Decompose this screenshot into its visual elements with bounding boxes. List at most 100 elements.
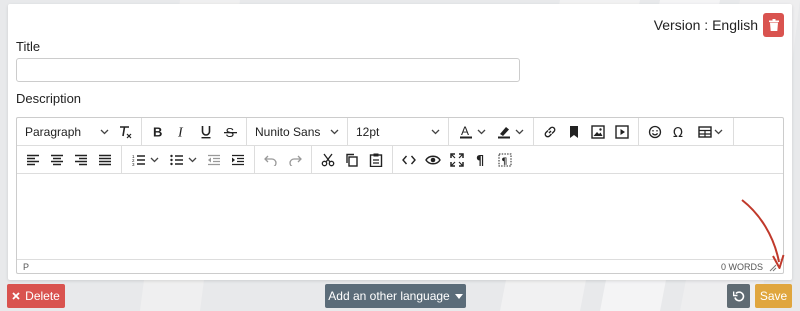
title-input[interactable] bbox=[16, 58, 520, 82]
numbered-list-button[interactable]: 123 bbox=[126, 148, 164, 172]
description-label: Description bbox=[16, 91, 82, 106]
chevron-down-icon bbox=[714, 129, 722, 134]
show-blocks-icon: ¶ bbox=[498, 153, 512, 167]
align-left-icon bbox=[27, 154, 39, 165]
clipboard-group bbox=[312, 145, 393, 174]
highlight-color-button[interactable] bbox=[491, 120, 529, 144]
source-code-button[interactable] bbox=[397, 148, 421, 172]
redo-icon bbox=[289, 155, 302, 166]
svg-text:3: 3 bbox=[132, 162, 135, 166]
undo-icon bbox=[264, 155, 277, 166]
font-size-value: 12pt bbox=[356, 124, 380, 139]
font-family-dropdown[interactable]: Nunito Sans bbox=[251, 120, 343, 144]
align-justify-button[interactable] bbox=[93, 148, 117, 172]
table-icon bbox=[697, 125, 712, 138]
emoticon-button[interactable] bbox=[643, 120, 667, 144]
bullet-list-button[interactable] bbox=[164, 148, 202, 172]
reset-button[interactable] bbox=[727, 284, 750, 308]
editor-content-area[interactable] bbox=[17, 175, 783, 259]
outdent-button[interactable] bbox=[202, 148, 226, 172]
add-language-dropdown-button[interactable]: Add an other language bbox=[325, 284, 466, 308]
bullet-list-icon bbox=[169, 154, 183, 165]
fullscreen-button[interactable] bbox=[445, 148, 469, 172]
paste-button[interactable] bbox=[364, 148, 388, 172]
text-color-icon: A bbox=[459, 125, 472, 138]
annotation-arrow-icon bbox=[741, 199, 785, 269]
underline-icon bbox=[201, 125, 211, 138]
delete-button[interactable]: Delete bbox=[7, 284, 65, 308]
cut-icon bbox=[321, 153, 335, 166]
strikethrough-icon: S bbox=[223, 125, 237, 139]
version-label: Version : English bbox=[653, 17, 758, 33]
indent-button[interactable] bbox=[226, 148, 250, 172]
special-character-button[interactable]: Ω bbox=[667, 120, 691, 144]
bold-button[interactable]: B bbox=[146, 120, 170, 144]
underline-button[interactable] bbox=[194, 120, 218, 144]
paste-icon bbox=[369, 153, 383, 167]
show-blocks-button[interactable]: ¶ bbox=[493, 148, 517, 172]
block-format-dropdown[interactable]: Paragraph bbox=[21, 120, 113, 144]
rich-text-editor: Paragraph B I Nunito Sans 12pt A Ω 1 2 3… bbox=[16, 117, 784, 274]
save-button-label: Save bbox=[759, 289, 788, 303]
chevron-down-icon bbox=[330, 129, 339, 134]
link-button[interactable] bbox=[538, 120, 562, 144]
bookmark-button[interactable] bbox=[562, 120, 586, 144]
svg-text:¶: ¶ bbox=[502, 157, 508, 167]
visual-chars-button[interactable]: ¶ bbox=[469, 148, 493, 172]
element-path[interactable]: P bbox=[23, 262, 29, 272]
align-justify-icon bbox=[99, 154, 111, 165]
font-family-group: Nunito Sans bbox=[247, 117, 348, 146]
svg-text:Ω: Ω bbox=[673, 126, 683, 139]
alignment-group bbox=[17, 145, 122, 174]
font-size-dropdown[interactable]: 12pt bbox=[352, 120, 444, 144]
image-button[interactable] bbox=[586, 120, 610, 144]
italic-button[interactable]: I bbox=[170, 120, 194, 144]
font-family-value: Nunito Sans bbox=[255, 124, 321, 139]
svg-text:B: B bbox=[153, 125, 162, 138]
editor-toolbar-row-1: Paragraph B I Nunito Sans 12pt A Ω bbox=[17, 117, 783, 146]
history-group bbox=[255, 145, 312, 174]
chevron-down-icon bbox=[477, 129, 485, 134]
media-icon bbox=[615, 124, 629, 139]
preview-button[interactable] bbox=[421, 148, 445, 172]
text-color-button[interactable]: A bbox=[453, 120, 491, 144]
svg-text:A: A bbox=[461, 125, 469, 138]
chevron-down-icon bbox=[150, 157, 158, 162]
redo-button[interactable] bbox=[283, 148, 307, 172]
image-icon bbox=[591, 124, 605, 139]
format-group: Paragraph bbox=[17, 117, 142, 146]
font-size-group: 12pt bbox=[348, 117, 449, 146]
media-button[interactable] bbox=[610, 120, 634, 144]
bold-icon: B bbox=[153, 125, 162, 138]
color-group: A bbox=[449, 117, 534, 146]
highlight-color-icon bbox=[497, 126, 510, 138]
strikethrough-button[interactable]: S bbox=[218, 120, 242, 144]
special-group: Ω bbox=[639, 117, 734, 146]
link-icon bbox=[544, 126, 556, 137]
align-center-button[interactable] bbox=[45, 148, 69, 172]
indent-icon bbox=[232, 154, 244, 165]
copy-button[interactable] bbox=[340, 148, 364, 172]
fullscreen-icon bbox=[450, 152, 464, 167]
save-button[interactable]: Save bbox=[755, 284, 792, 308]
undo-button[interactable] bbox=[259, 148, 283, 172]
table-button[interactable] bbox=[691, 120, 729, 144]
emoticon-icon bbox=[648, 125, 662, 138]
insert-group bbox=[534, 117, 639, 146]
preview-icon bbox=[425, 155, 441, 164]
align-right-button[interactable] bbox=[69, 148, 93, 172]
editor-toolbar-row-2: 123 ¶ ¶ bbox=[17, 145, 783, 174]
delete-version-button[interactable] bbox=[763, 13, 784, 37]
view-group: ¶ ¶ bbox=[393, 146, 521, 174]
list-group: 123 bbox=[122, 145, 255, 174]
text-style-group: B I S bbox=[142, 117, 247, 146]
bookmark-icon bbox=[570, 125, 578, 138]
numbered-list-icon: 123 bbox=[132, 154, 145, 166]
clear-formatting-button[interactable] bbox=[113, 120, 137, 144]
svg-text:I: I bbox=[177, 126, 184, 139]
translation-card: Version : English Title Description Para… bbox=[8, 4, 792, 280]
cut-button[interactable] bbox=[316, 148, 340, 172]
align-left-button[interactable] bbox=[21, 148, 45, 172]
svg-text:¶: ¶ bbox=[476, 154, 484, 167]
caret-down-icon bbox=[454, 293, 463, 299]
